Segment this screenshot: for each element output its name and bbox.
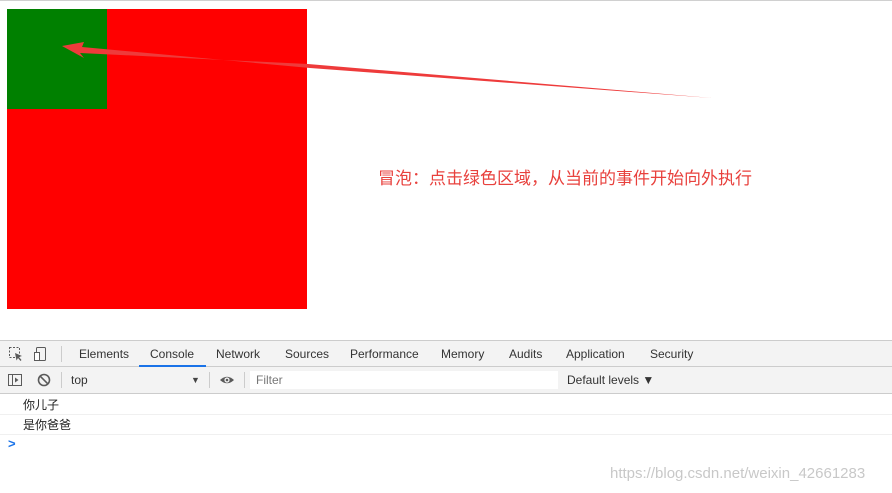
watermark: https://blog.csdn.net/weixin_42661283 bbox=[610, 465, 866, 482]
context-selector-value: top bbox=[71, 373, 88, 387]
tab-audits[interactable]: Audits bbox=[509, 341, 542, 367]
show-sidebar-icon[interactable] bbox=[7, 372, 23, 388]
context-selector[interactable]: top ▼ bbox=[65, 370, 205, 390]
device-toolbar-icon[interactable] bbox=[33, 346, 49, 362]
live-expression-eye-icon[interactable] bbox=[219, 372, 235, 388]
inspect-element-icon[interactable] bbox=[8, 346, 24, 362]
log-levels-dropdown[interactable]: Default levels ▼ bbox=[567, 367, 654, 393]
console-message: 你儿子 bbox=[0, 395, 892, 415]
console-toolbar-divider-3 bbox=[244, 372, 245, 388]
inner-green-box[interactable] bbox=[7, 9, 107, 109]
bubbling-annotation: 冒泡：点击绿色区域，从当前的事件开始向外执行 bbox=[378, 169, 752, 189]
console-prompt[interactable]: > bbox=[8, 436, 16, 451]
tab-security[interactable]: Security bbox=[650, 341, 693, 367]
console-message-text: 你儿子 bbox=[23, 398, 60, 412]
tab-console[interactable]: Console bbox=[150, 341, 194, 367]
clear-console-icon[interactable] bbox=[36, 372, 52, 388]
tab-application[interactable]: Application bbox=[566, 341, 625, 367]
devtools-tabbar: Elements Console Network Sources Perform… bbox=[0, 340, 892, 367]
devtools-panel: Elements Console Network Sources Perform… bbox=[0, 340, 892, 493]
tab-sources[interactable]: Sources bbox=[285, 341, 329, 367]
tab-memory[interactable]: Memory bbox=[441, 341, 484, 367]
tab-elements[interactable]: Elements bbox=[79, 341, 129, 367]
console-filter-input[interactable] bbox=[250, 371, 558, 389]
console-toolbar-divider bbox=[61, 372, 62, 388]
tab-performance[interactable]: Performance bbox=[350, 341, 419, 367]
console-message-text: 是你爸爸 bbox=[23, 418, 72, 432]
page-top-border bbox=[0, 0, 892, 1]
console-toolbar: top ▼ Default levels ▼ bbox=[0, 367, 892, 394]
console-toolbar-divider-2 bbox=[209, 372, 210, 388]
console-message: 是你爸爸 bbox=[0, 415, 892, 435]
chevron-down-icon: ▼ bbox=[191, 375, 200, 385]
toolbar-divider bbox=[61, 346, 62, 362]
tab-network[interactable]: Network bbox=[216, 341, 260, 367]
